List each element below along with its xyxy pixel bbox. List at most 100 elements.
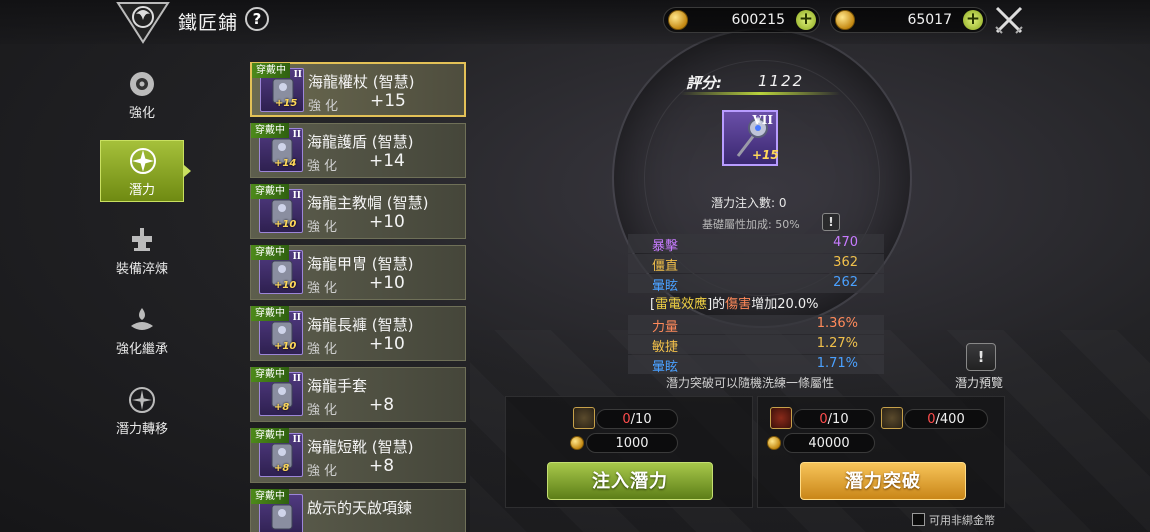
add-coin-button[interactable]: + [963, 10, 983, 30]
equipment-tier: II [292, 130, 301, 140]
equipment-item[interactable]: II +15 穿戴中 海龍權杖 (智慧) 強化 +15 [250, 62, 466, 117]
transfer-icon [128, 386, 156, 414]
enhance-icon [128, 70, 156, 98]
equipment-tier: II [292, 374, 301, 384]
wearing-badge: 穿戴中 [251, 367, 289, 382]
equipment-item[interactable]: II +10 穿戴中 海龍甲冑 (智慧) 強化 +10 [250, 245, 466, 300]
inject-material-have: 0 [622, 412, 631, 427]
inject-gold-value: 1000 [615, 436, 649, 451]
gold-coin-icon [668, 10, 688, 30]
inject-potential-button[interactable]: 注入潛力 [547, 462, 713, 500]
stat-row: 力量 1.36% [628, 315, 884, 335]
stat-name: 僵直 [652, 259, 679, 274]
stat-value: 362 [833, 255, 858, 270]
enhance-label: 強化 [307, 403, 342, 418]
stat-row: 暈眩 262 [628, 274, 884, 294]
unbound-gold-checkbox[interactable] [912, 513, 925, 526]
score-value: 1122 [758, 72, 805, 90]
equipment-level: +8 [274, 463, 290, 474]
top-bar: 鐵匠鋪 ? 600215 + 65017 + [0, 0, 1150, 44]
selected-item-icon: VII +15 [722, 110, 779, 166]
equipment-level: +15 [275, 98, 298, 109]
equipment-tier: II [292, 313, 301, 323]
potential-break-button[interactable]: 潛力突破 [800, 462, 966, 500]
stat-name: 暈眩 [652, 360, 679, 375]
gold-amount: 600215 [731, 12, 785, 28]
enhance-value: +8 [369, 395, 395, 415]
special-effect: [雷電效應]的傷害增加20.0% [650, 293, 819, 312]
equipment-name: 海龍主教帽 (智慧) [307, 194, 429, 212]
nav-inherit[interactable]: 強化繼承 [100, 300, 184, 362]
break-material2-need: /400 [935, 412, 965, 427]
stat-name: 敏捷 [652, 340, 679, 355]
equipment-item[interactable]: II +14 穿戴中 海龍護盾 (智慧) 強化 +14 [250, 123, 466, 178]
nav-transfer[interactable]: 潛力轉移 [100, 380, 184, 442]
break-gold-cost: 40000 [783, 433, 875, 453]
inject-material-need: /10 [630, 412, 652, 427]
help-button[interactable]: ? [245, 7, 269, 31]
enhance-label: 強化 [307, 281, 342, 296]
enhance-label: 強化 [307, 220, 342, 235]
stat-value: 262 [833, 275, 858, 290]
enhance-value: +10 [369, 334, 405, 354]
equipment-name: 海龍長褲 (智慧) [307, 316, 414, 334]
stat-name: 力量 [652, 320, 679, 335]
equipment-name: 海龍短靴 (智慧) [307, 438, 414, 456]
stat-name: 暴擊 [652, 239, 679, 254]
stat-value: 1.36% [816, 316, 858, 331]
inject-count: 潛力注入數: 0 [711, 196, 787, 210]
equipment-item[interactable]: 穿戴中 啟示的天啟項鍊 [250, 489, 466, 532]
equipment-name: 海龍甲冑 (智慧) [307, 255, 414, 273]
potential-stone-icon [573, 407, 595, 429]
info-button[interactable]: ! [822, 213, 840, 231]
equipment-item[interactable]: II +8 穿戴中 海龍短靴 (智慧) 強化 +8 [250, 428, 466, 483]
coin-amount: 65017 [907, 12, 952, 28]
equipment-item[interactable]: II +8 穿戴中海龍手套強化 +8 [250, 367, 466, 422]
enhance-label: 強化 [307, 464, 342, 479]
inherit-icon [128, 306, 156, 334]
nav-enhance[interactable]: 強化 [100, 64, 184, 126]
stat-row: 暈眩 1.71% [628, 355, 884, 375]
break-stone-icon [770, 407, 792, 429]
equipment-tier: II [292, 191, 301, 201]
special-mid: ]的 [707, 297, 726, 312]
stat-row: 暴擊 470 [628, 234, 884, 254]
wearing-badge: 穿戴中 [251, 184, 289, 199]
equipment-name: 海龍權杖 (智慧) [308, 73, 415, 91]
nav-refine[interactable]: 裝備淬煉 [100, 220, 184, 282]
enhance-value: +10 [369, 273, 405, 293]
preview-button[interactable]: ! [966, 343, 996, 371]
anvil-icon [128, 226, 156, 254]
enhance-value: +10 [369, 212, 405, 232]
break-material1-counter: 0/10 [793, 409, 875, 429]
stat-value: 1.27% [816, 336, 858, 351]
equipment-level: +8 [274, 402, 290, 413]
special-target: 傷害 [725, 297, 752, 312]
special-effect-name: 雷電效應 [655, 297, 708, 312]
break-material2-have: 0 [927, 412, 936, 427]
equipment-item[interactable]: II +10 穿戴中 海龍長褲 (智慧) 強化 +10 [250, 306, 466, 361]
stat-row: 敏捷 1.27% [628, 335, 884, 355]
nav-potential-label: 潛力 [128, 183, 155, 198]
inject-gold-icon [570, 436, 584, 450]
equipment-list[interactable]: II +15 穿戴中 海龍權杖 (智慧) 強化 +15 II +14 穿戴中 海龍護盾 (智慧) 強… [248, 62, 470, 532]
wearing-badge: 穿戴中 [252, 63, 290, 78]
inject-material-counter: 0/10 [596, 409, 678, 429]
enhance-value: +15 [370, 91, 406, 111]
enhance-label: 強化 [308, 99, 343, 114]
add-gold-button[interactable]: + [796, 10, 816, 30]
coin-icon [835, 10, 855, 30]
wearing-badge: 穿戴中 [251, 306, 289, 321]
equipment-level: +10 [274, 341, 297, 352]
equipment-item[interactable]: II +10 穿戴中 海龍主教帽 (智慧) 強化 +10 [250, 184, 466, 239]
enhance-label: 強化 [307, 159, 342, 174]
score-label: 評分: [686, 74, 722, 92]
nav-potential[interactable]: 潛力 [100, 140, 191, 202]
equipment-name: 海龍護盾 (智慧) [307, 133, 414, 151]
equipment-name: 海龍手套 [307, 377, 368, 395]
close-swords-icon[interactable] [993, 5, 1025, 35]
score-underline [680, 92, 840, 95]
wearing-badge: 穿戴中 [251, 123, 289, 138]
equipment-tier: II [292, 252, 301, 262]
nav-enhance-label: 強化 [128, 106, 155, 121]
